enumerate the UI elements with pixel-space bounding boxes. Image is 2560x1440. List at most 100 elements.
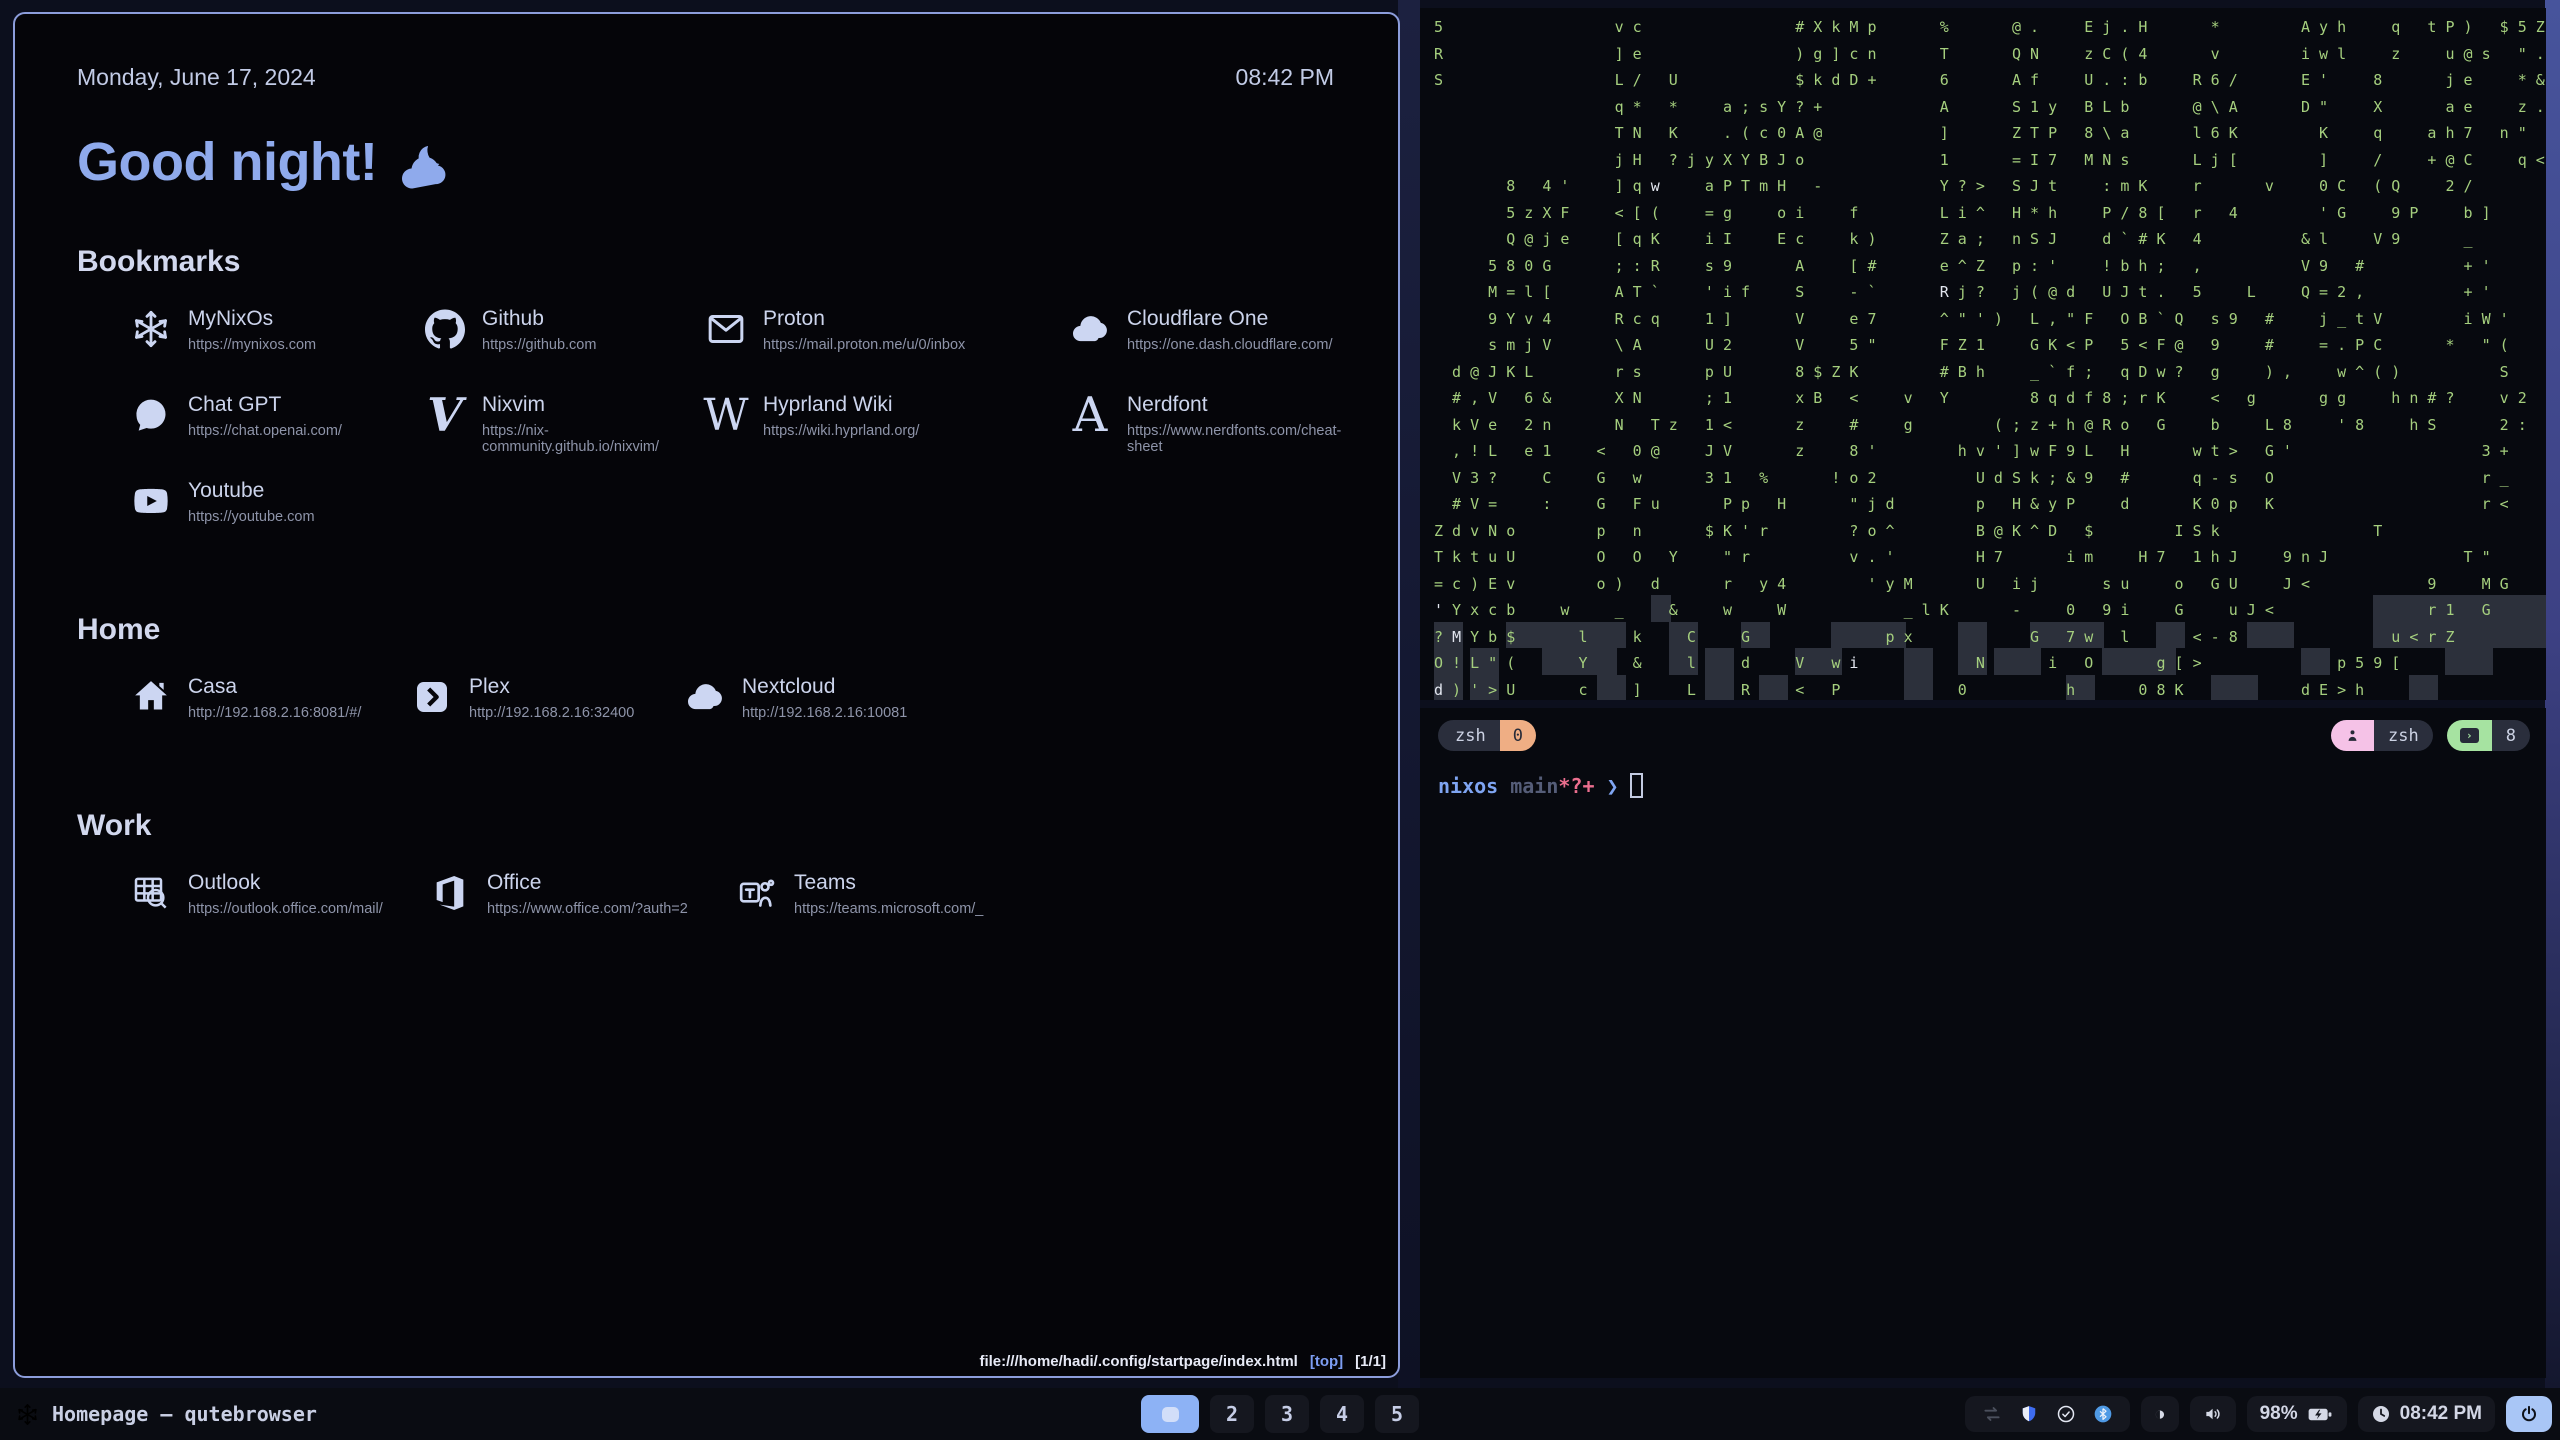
time-label: 08:42 PM	[1236, 64, 1334, 91]
link-url: https://youtube.com	[188, 509, 315, 525]
battery-percent: 98%	[2260, 1403, 2298, 1425]
chat-icon	[129, 391, 173, 439]
link-text: Youtube https://youtube.com	[188, 477, 315, 525]
workspace-5[interactable]: 5	[1375, 1395, 1419, 1433]
desktop: Monday, June 17, 2024 08:42 PM Good nigh…	[0, 0, 2560, 1440]
link-name: Hyprland Wiki	[763, 393, 919, 417]
link-proton[interactable]: Protonhttps://mail.proton.me/u/0/inbox	[704, 305, 1068, 357]
nix-snowflake-icon	[16, 1403, 39, 1426]
volume-control[interactable]	[2190, 1396, 2236, 1432]
volume-icon	[2203, 1404, 2223, 1424]
prompt-symbol: ❯	[1607, 774, 1619, 798]
link-name: Youtube	[188, 479, 315, 503]
office-icon	[428, 869, 472, 917]
link-url: https://wiki.hyprland.org/	[763, 423, 919, 439]
tmux-session-widget: › 8	[2447, 720, 2530, 751]
link-youtube[interactable]: Youtube https://youtube.com	[129, 477, 423, 529]
house-icon	[129, 673, 173, 721]
statusbar-url: file:///home/hadi/.config/startpage/inde…	[979, 1353, 1297, 1370]
tmux-statusbar: zsh 0 zsh › 8	[1420, 708, 2546, 751]
link-url: http://192.168.2.16:10081	[742, 705, 907, 721]
tmux-window-tab[interactable]: zsh 0	[1438, 720, 1536, 751]
sync-icon[interactable]	[1982, 1404, 2002, 1424]
link-hyprland-wiki[interactable]: W Hyprland Wiki https://wiki.hyprland.org/	[704, 391, 1068, 443]
qutebrowser-statusbar: file:///home/hadi/.config/startpage/inde…	[15, 1346, 1398, 1376]
wiki-w-icon: W	[704, 391, 748, 439]
date-label: Monday, June 17, 2024	[77, 64, 316, 91]
workspace-switcher: 2345	[1141, 1395, 1419, 1433]
cloud-icon	[1068, 305, 1112, 353]
link-url: http://192.168.2.16:32400	[469, 705, 634, 721]
link-text: Nerdfonthttps://www.nerdfonts.com/cheat-…	[1127, 391, 1341, 455]
section-work: Work Outlookhttps://outlook.office.com/ma…	[77, 809, 1334, 921]
night-light-toggle[interactable]: ◑	[2141, 1396, 2178, 1432]
workspace-2[interactable]: 2	[1210, 1395, 1254, 1433]
bluetooth-icon[interactable]	[2093, 1404, 2113, 1424]
moon-cloud-icon	[397, 143, 461, 191]
shield-icon[interactable]	[2019, 1404, 2039, 1424]
section-title: Work	[77, 809, 1334, 843]
link-url: https://teams.microsoft.com/_	[794, 901, 983, 917]
workspace-4[interactable]: 4	[1320, 1395, 1364, 1433]
link-office[interactable]: Office https://www.office.com/?auth=2	[428, 869, 735, 921]
link-text: Cloudflare Onehttps://one.dash.cloudflar…	[1127, 305, 1333, 353]
section-title: Bookmarks	[77, 245, 1334, 279]
link-url: https://mynixos.com	[188, 337, 316, 353]
teams-icon	[735, 869, 779, 917]
link-mynixos[interactable]: MyNixOshttps://mynixos.com	[129, 305, 423, 357]
terminal-shell-window[interactable]: zsh 0 zsh › 8 nixos main	[1420, 708, 2546, 1378]
section-bookmarks: BookmarksMyNixOshttps://mynixos.comGithu…	[77, 245, 1334, 529]
link-url: http://192.168.2.16:8081/#/	[188, 705, 361, 721]
power-button[interactable]	[2506, 1396, 2552, 1432]
link-name: Github	[482, 307, 596, 331]
link-teams[interactable]: Teams https://teams.microsoft.com/_	[735, 869, 1334, 921]
link-name: Casa	[188, 675, 361, 699]
taskbar: Homepage — qutebrowser 2345 ◑ 98% 08:42 …	[0, 1388, 2560, 1440]
link-nerdfont[interactable]: ANerdfonthttps://www.nerdfonts.com/cheat…	[1068, 391, 1341, 443]
snowflake-icon	[129, 305, 173, 353]
link-name: Nextcloud	[742, 675, 907, 699]
section-home: Home Casa http://192.168.2.16:8081/#/ Plexh…	[77, 613, 1334, 725]
link-cloudflare-one[interactable]: Cloudflare Onehttps://one.dash.cloudflar…	[1068, 305, 1341, 357]
link-name: Office	[487, 871, 688, 895]
link-nixvim[interactable]: VNixvimhttps://nix-community.github.io/n…	[423, 391, 704, 443]
statusbar-tab-index: [1/1]	[1355, 1353, 1386, 1370]
section-title: Home	[77, 613, 1334, 647]
shell-prompt[interactable]: nixos main *?+ ❯	[1420, 751, 2546, 798]
link-name: Nixvim	[482, 393, 704, 417]
link-outlook[interactable]: Outlookhttps://outlook.office.com/mail/	[129, 869, 428, 921]
battery-indicator[interactable]: 98%	[2247, 1396, 2347, 1432]
power-icon	[2519, 1404, 2539, 1424]
statusbar-scroll-position: [top]	[1310, 1353, 1343, 1370]
check-icon[interactable]	[2056, 1404, 2076, 1424]
wallpaper-gap	[1398, 0, 1420, 1388]
link-plex[interactable]: Plexhttp://192.168.2.16:32400	[410, 673, 683, 725]
workspace-1[interactable]	[1141, 1395, 1199, 1433]
workspace-3[interactable]: 3	[1265, 1395, 1309, 1433]
taskbar-window-title-area[interactable]: Homepage — qutebrowser	[16, 1388, 317, 1440]
mail-icon	[704, 305, 748, 353]
section-grid: MyNixOshttps://mynixos.comGithubhttps://…	[77, 305, 1334, 529]
youtube-icon	[129, 477, 173, 525]
clock-widget[interactable]: 08:42 PM	[2358, 1396, 2495, 1432]
taskbar-time: 08:42 PM	[2400, 1403, 2482, 1425]
link-url: https://chat.openai.com/	[188, 423, 342, 439]
link-url: https://outlook.office.com/mail/	[188, 901, 383, 917]
link-chat-gpt[interactable]: Chat GPThttps://chat.openai.com/	[129, 391, 423, 443]
link-name: Cloudflare One	[1127, 307, 1333, 331]
active-window-title: Homepage — qutebrowser	[52, 1402, 317, 1426]
link-casa[interactable]: Casa http://192.168.2.16:8081/#/	[129, 673, 410, 725]
system-tray-area: ◑ 98% 08:42 PM	[1965, 1396, 2552, 1432]
link-github[interactable]: Githubhttps://github.com	[423, 305, 704, 357]
terminal-matrix-window[interactable]: 5 v c # X k M p % @ . E j . H * A y h q …	[1420, 8, 2546, 700]
vim-icon: V	[423, 391, 467, 439]
qutebrowser-window[interactable]: Monday, June 17, 2024 08:42 PM Good nigh…	[13, 12, 1400, 1378]
tmux-user-widget: zsh	[2331, 720, 2433, 751]
link-url: https://www.office.com/?auth=2	[487, 901, 688, 917]
link-name: Teams	[794, 871, 983, 895]
section-grid: Casa http://192.168.2.16:8081/#/ Plexhttp:…	[77, 673, 1334, 725]
night-light-icon: ◑	[2154, 1405, 2165, 1424]
link-nextcloud[interactable]: Nextcloud http://192.168.2.16:10081	[683, 673, 1334, 725]
terminal-icon: ›	[2447, 720, 2492, 751]
terminal-cursor	[1630, 773, 1643, 798]
